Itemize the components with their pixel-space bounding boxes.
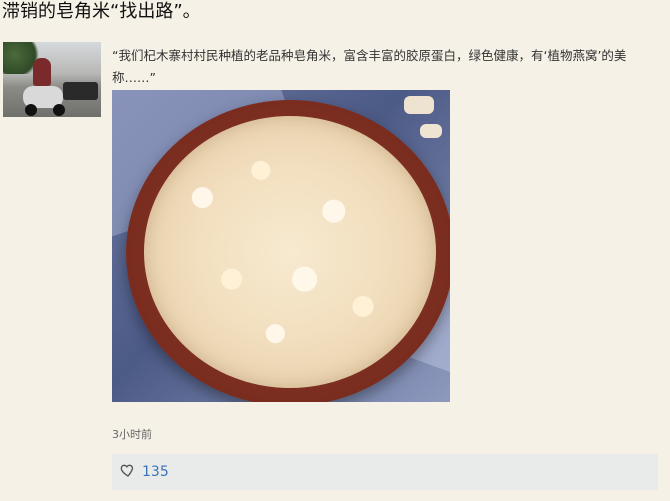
thumbnail-wheel (53, 104, 65, 116)
post-image[interactable] (112, 90, 450, 402)
thumbnail-rider (33, 58, 51, 86)
heart-outline-icon (120, 462, 136, 482)
like-count: 135 (142, 464, 169, 480)
thumbnail-car (63, 82, 98, 100)
post-action-bar: 135 (112, 454, 658, 490)
thumbnail-wheel (25, 104, 37, 116)
post-timestamp: 3小时前 (112, 428, 152, 441)
post-excerpt: “我们杞木寨村村民种植的老品种皂角米，富含丰富的胶原蛋白，绿色健康，有‘植物燕窝… (112, 48, 627, 85)
like-button[interactable]: 135 (120, 462, 169, 482)
post-title[interactable]: 滞销的皂角米“找出路”。 (2, 0, 201, 24)
post-thumbnail[interactable] (3, 42, 101, 117)
image-soapberry-rice (144, 116, 436, 388)
image-rice-pile (420, 124, 442, 138)
image-rice-pile (404, 96, 434, 114)
